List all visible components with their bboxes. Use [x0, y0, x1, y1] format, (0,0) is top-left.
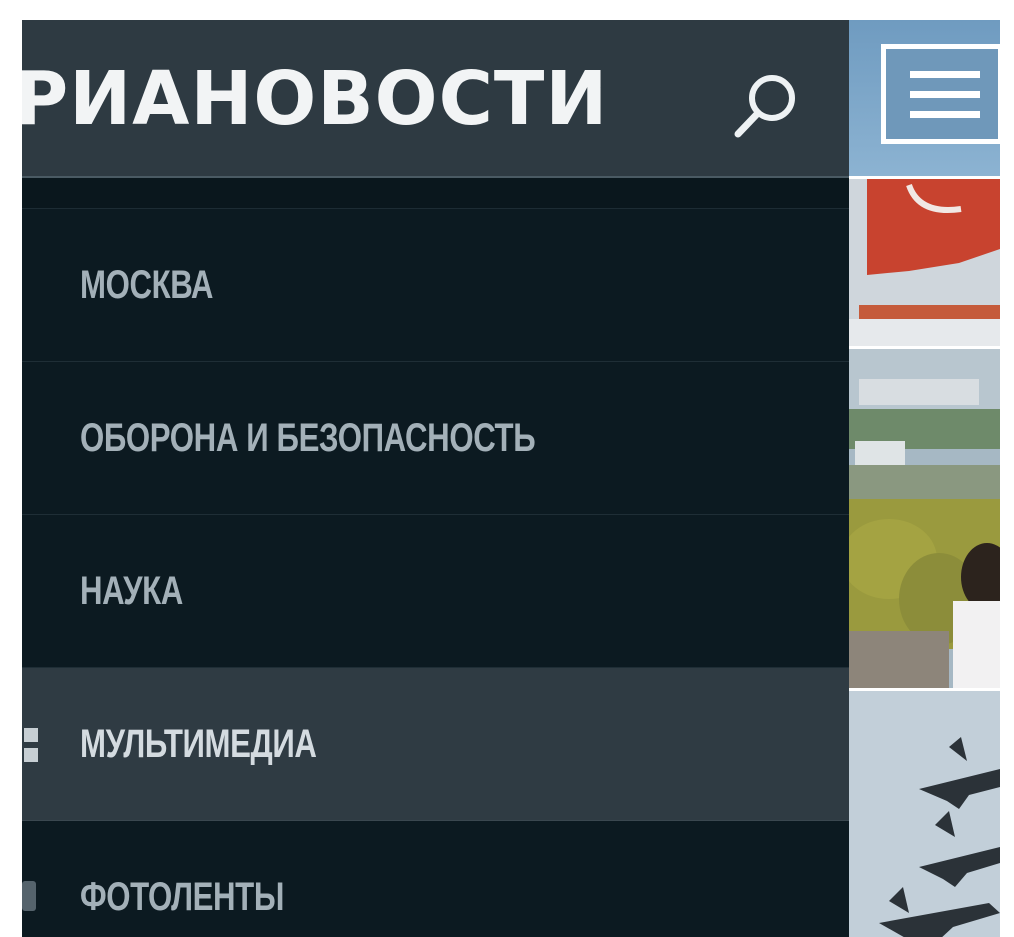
- menu-item-label: ФОТОЛЕНТЫ: [80, 875, 285, 919]
- drawer-menu: МОСКВА ОБОРОНА И БЕЗОПАСНОСТЬ НАУКА МУЛЬ…: [22, 209, 849, 937]
- menu-item-defense-security[interactable]: ОБОРОНА И БЕЗОПАСНОСТЬ: [22, 362, 849, 515]
- menu-item-science[interactable]: НАУКА: [22, 515, 849, 668]
- menu-divider-strip: [22, 178, 849, 209]
- news-thumbnail[interactable]: [849, 176, 1000, 349]
- menu-item-label: МУЛЬТИМЕДИА: [80, 722, 317, 766]
- hamburger-menu-icon: [910, 71, 980, 78]
- search-icon: [734, 75, 795, 138]
- menu-item-multimedia[interactable]: МУЛЬТИМЕДИА: [22, 668, 849, 821]
- hamburger-menu-button[interactable]: [881, 44, 1000, 144]
- menu-item-label: МОСКВА: [80, 263, 214, 307]
- hamburger-line: [910, 91, 980, 98]
- navigation-drawer: РИАНОВОСТИ МОСКВА ОБОРОНА И БЕЗОПАСНОСТЬ…: [22, 20, 849, 937]
- app-frame: РИАНОВОСТИ МОСКВА ОБОРОНА И БЕЗОПАСНОСТЬ…: [22, 20, 1000, 937]
- main-content-peek: [849, 20, 1000, 937]
- photo-icon: [22, 881, 36, 911]
- content-topbar: [849, 20, 1000, 176]
- menu-item-moscow[interactable]: МОСКВА: [22, 209, 849, 362]
- menu-item-label: ОБОРОНА И БЕЗОПАСНОСТЬ: [80, 416, 536, 460]
- drawer-header: РИАНОВОСТИ: [22, 20, 849, 178]
- menu-item-label: НАУКА: [80, 569, 183, 613]
- hamburger-line: [910, 111, 980, 118]
- jets-image: [849, 691, 1000, 937]
- flag-image: [849, 179, 1000, 349]
- news-thumbnail[interactable]: [849, 346, 1000, 691]
- news-thumbnail[interactable]: [849, 688, 1000, 937]
- search-button[interactable]: [726, 68, 806, 148]
- app-logo[interactable]: РИАНОВОСТИ: [22, 54, 608, 144]
- menu-item-photo-feeds[interactable]: ФОТОЛЕНТЫ: [22, 821, 849, 937]
- city-image: [849, 349, 1000, 691]
- grid-icon: [22, 726, 40, 764]
